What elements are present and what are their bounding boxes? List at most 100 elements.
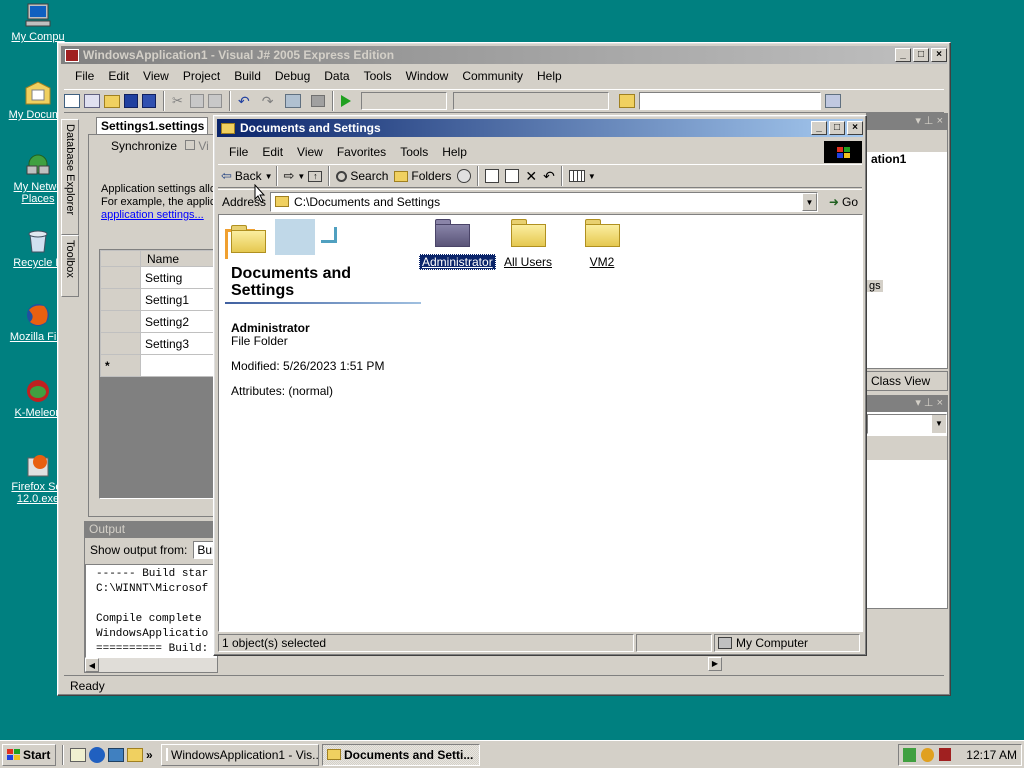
settings-node[interactable]: gs bbox=[867, 280, 883, 292]
doc-tab-settings[interactable]: Settings1.settings bbox=[96, 117, 208, 135]
vs-titlebar[interactable]: WindowsApplication1 - Visual J# 2005 Exp… bbox=[61, 46, 947, 64]
close-button[interactable]: × bbox=[931, 48, 947, 62]
table-row[interactable]: Setting bbox=[100, 266, 218, 289]
tray-vs-icon[interactable] bbox=[938, 748, 952, 761]
address-input[interactable]: C:\Documents and Settings ▼ bbox=[270, 191, 818, 212]
side-tab-toolbox[interactable]: Toolbox bbox=[61, 235, 79, 297]
explorer-menu-view[interactable]: View bbox=[290, 145, 330, 159]
quicklaunch-explorer-icon[interactable] bbox=[127, 747, 143, 762]
output-hscrollbar[interactable]: ◀ bbox=[85, 658, 217, 672]
up-folder-button[interactable]: ↑ bbox=[305, 165, 325, 187]
cut-icon[interactable]: ✂ bbox=[172, 94, 186, 108]
save-all-icon[interactable] bbox=[142, 94, 156, 108]
history-button[interactable] bbox=[454, 165, 474, 187]
address-dropdown-button[interactable]: ▼ bbox=[801, 192, 817, 211]
vs-menu-tools[interactable]: Tools bbox=[357, 69, 399, 83]
task-vs[interactable]: WindowsApplication1 - Vis... bbox=[161, 743, 319, 766]
navigate-icon[interactable] bbox=[285, 94, 302, 108]
go-button[interactable]: ➜ Go bbox=[826, 191, 862, 213]
new-row-cell[interactable] bbox=[140, 354, 218, 377]
panel-titlebar[interactable]: ▾ ⊥ × bbox=[867, 396, 947, 412]
table-row[interactable]: Setting2 bbox=[100, 310, 218, 333]
views-button[interactable]: ▼ bbox=[566, 165, 599, 187]
forward-dropdown[interactable]: ▼ bbox=[297, 172, 305, 181]
quicklaunch-chevron[interactable]: » bbox=[146, 748, 158, 762]
start-debug-icon[interactable] bbox=[341, 95, 352, 107]
clock[interactable]: 12:17 AM bbox=[966, 748, 1017, 762]
find-combo[interactable] bbox=[639, 92, 822, 110]
explorer-titlebar[interactable]: Documents and Settings _ □ × bbox=[217, 119, 863, 137]
explorer-menu-edit[interactable]: Edit bbox=[255, 145, 290, 159]
panel-titlebar[interactable]: ▾ ⊥ × bbox=[867, 114, 947, 130]
vs-menu-edit[interactable]: Edit bbox=[101, 69, 136, 83]
solution-node[interactable]: ation1 bbox=[867, 152, 947, 166]
output-text[interactable]: ------ Build star C:\WINNT\Microsof Comp… bbox=[85, 564, 217, 658]
setting-name-cell[interactable]: Setting1 bbox=[140, 288, 218, 311]
undo-button[interactable]: ↶ bbox=[540, 165, 558, 187]
class-view-tab[interactable]: Class View bbox=[866, 371, 948, 391]
vs-menu-community[interactable]: Community bbox=[455, 69, 530, 83]
solution-config-combo[interactable] bbox=[361, 92, 448, 110]
vs-menu-data[interactable]: Data bbox=[317, 69, 356, 83]
vs-menu-view[interactable]: View bbox=[136, 69, 176, 83]
table-row[interactable]: Setting1 bbox=[100, 288, 218, 311]
task-explorer[interactable]: Documents and Setti... bbox=[322, 743, 480, 766]
minimize-button[interactable]: _ bbox=[811, 121, 827, 135]
setting-name-cell[interactable]: Setting3 bbox=[140, 332, 218, 355]
redo-icon[interactable]: ↷ bbox=[262, 93, 274, 110]
forward-button[interactable]: ⇨ bbox=[281, 165, 298, 187]
output-scroll-right-button[interactable]: ▶ bbox=[708, 657, 722, 671]
folder-item-administrator[interactable]: Administrator bbox=[419, 219, 496, 270]
move-to-button[interactable] bbox=[482, 165, 502, 187]
maximize-button[interactable]: □ bbox=[829, 121, 845, 135]
maximize-button[interactable]: □ bbox=[913, 48, 929, 62]
delete-button[interactable]: ✕ bbox=[522, 165, 540, 187]
vs-menu-debug[interactable]: Debug bbox=[268, 69, 317, 83]
quicklaunch-ie-icon[interactable] bbox=[89, 746, 105, 763]
close-button[interactable]: × bbox=[847, 121, 863, 135]
explorer-menu-favorites[interactable]: Favorites bbox=[330, 145, 393, 159]
back-dropdown[interactable]: ▼ bbox=[265, 172, 273, 181]
settings-help-link[interactable]: application settings... bbox=[101, 209, 215, 222]
folder-item-all-users[interactable]: All Users bbox=[495, 219, 561, 269]
open-folder-icon[interactable] bbox=[104, 94, 120, 108]
folder-item-vm2[interactable]: VM2 bbox=[569, 219, 635, 269]
quicklaunch-desktop-icon[interactable] bbox=[70, 747, 86, 762]
desktop-icon-my-computer[interactable]: My Compu bbox=[0, 2, 76, 43]
new-project-icon[interactable] bbox=[64, 94, 80, 108]
explorer-menu-tools[interactable]: Tools bbox=[393, 145, 435, 159]
undo-icon[interactable]: ↶ bbox=[238, 93, 250, 110]
tray-network-icon[interactable] bbox=[903, 747, 916, 762]
window-icon[interactable] bbox=[311, 95, 326, 107]
copy-to-button[interactable] bbox=[502, 165, 522, 187]
scroll-left-button[interactable]: ◀ bbox=[85, 658, 99, 672]
vs-menu-build[interactable]: Build bbox=[227, 69, 268, 83]
quicklaunch-outlook-icon[interactable] bbox=[108, 747, 124, 762]
platform-combo[interactable] bbox=[453, 92, 610, 110]
start-button[interactable]: Start bbox=[2, 743, 56, 766]
copy-icon[interactable] bbox=[190, 94, 204, 108]
explorer-menu-file[interactable]: File bbox=[222, 145, 255, 159]
new-row[interactable]: * bbox=[100, 354, 218, 377]
vs-menu-help[interactable]: Help bbox=[530, 69, 569, 83]
tray-update-icon[interactable] bbox=[920, 747, 934, 762]
minimize-button[interactable]: _ bbox=[895, 48, 911, 62]
find-in-files-icon[interactable] bbox=[619, 94, 636, 108]
grid-column-header[interactable]: Name bbox=[140, 250, 218, 267]
setting-name-cell[interactable]: Setting bbox=[140, 266, 218, 289]
view-code-button[interactable]: Vi bbox=[185, 139, 209, 153]
save-icon[interactable] bbox=[124, 94, 138, 108]
vs-menu-project[interactable]: Project bbox=[176, 69, 227, 83]
paste-icon[interactable] bbox=[208, 94, 222, 108]
folders-button[interactable]: Folders bbox=[391, 165, 454, 187]
toolbar-options-icon[interactable] bbox=[825, 94, 842, 108]
output-titlebar[interactable]: Output bbox=[85, 522, 217, 538]
properties-object-combo[interactable]: ▼ bbox=[867, 414, 947, 434]
table-row[interactable]: Setting3 bbox=[100, 332, 218, 355]
setting-name-cell[interactable]: Setting2 bbox=[140, 310, 218, 333]
search-button[interactable]: Search bbox=[333, 165, 391, 187]
side-tab-database-explorer[interactable]: Database Explorer bbox=[61, 119, 79, 235]
vs-menu-file[interactable]: File bbox=[68, 69, 101, 83]
vs-menu-window[interactable]: Window bbox=[399, 69, 456, 83]
synchronize-button[interactable]: Synchronize bbox=[111, 139, 177, 153]
